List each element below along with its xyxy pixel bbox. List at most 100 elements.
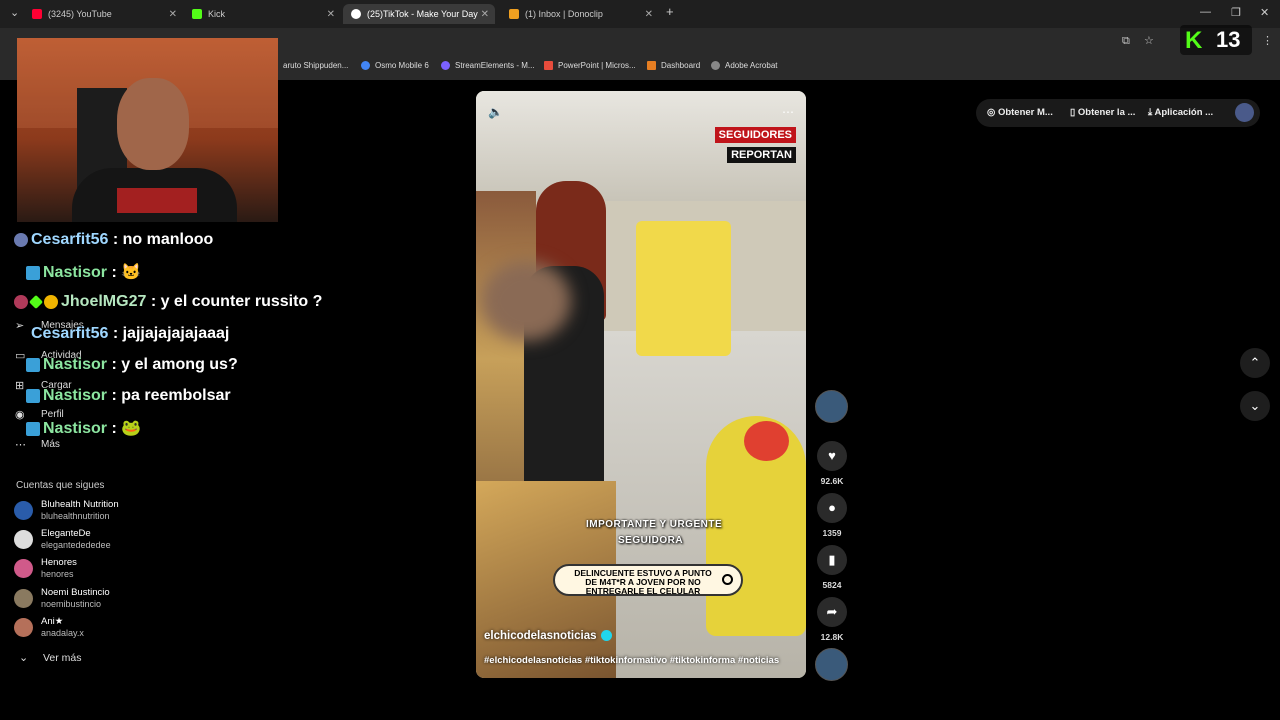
chat-username: Nastisor — [43, 387, 108, 404]
more-icon: ⋯ — [15, 439, 26, 451]
account-name: EleganteDe — [41, 528, 91, 539]
globe-icon — [711, 61, 720, 70]
bookmark-item[interactable]: StreamElements - M... — [441, 61, 535, 70]
desktop-app-button[interactable]: ⤓ Aplicación ... — [1148, 107, 1213, 118]
more-options-icon[interactable]: ⋯ — [782, 105, 794, 119]
account-handle: henores — [41, 569, 74, 579]
share-icon[interactable]: ➦ — [817, 597, 847, 627]
account-handle: elegantedededee — [41, 540, 111, 550]
top-action-bar: ◎ Obtener M... ▯ Obtener la ... ⤓ Aplica… — [976, 99, 1260, 127]
webcam-overlay — [17, 38, 278, 222]
bookmark-label: Adobe Acrobat — [725, 61, 778, 70]
account-name: Henores — [41, 557, 77, 568]
video-scene — [476, 91, 806, 201]
kick-icon — [192, 9, 202, 19]
tab-youtube[interactable]: (3245) YouTube ✕ — [32, 4, 177, 24]
previous-video-button[interactable]: ⌃ — [1240, 348, 1270, 378]
account-handle: bluhealthnutrition — [41, 511, 110, 521]
like-count: 92.6K — [820, 476, 844, 486]
bookmark-item[interactable]: Dashboard — [647, 61, 700, 70]
get-app-button[interactable]: ▯ Obtener la ... — [1070, 107, 1135, 118]
chat-text: : — [111, 264, 117, 281]
brand-label-top: SEGUIDORES — [714, 127, 796, 143]
user-badge-icon — [14, 232, 28, 247]
subscriber-badge-icon — [28, 294, 44, 309]
gift-badge-icon — [44, 294, 58, 309]
account-name: Noemi Bustincio — [41, 587, 110, 598]
sidebar-item-more[interactable]: ⋯ Más — [15, 438, 60, 451]
bookmark-item[interactable]: Osmo Mobile 6 — [361, 61, 429, 70]
bookmark-item[interactable]: PowerPoint | Micros... — [544, 61, 636, 70]
frog-emote-icon: 🐸 — [121, 420, 142, 437]
tab-tiktok[interactable]: (25)TikTok - Make Your Day ✕ — [343, 4, 495, 24]
video-search-pill[interactable]: DELINCUENTE ESTUVO A PUNTO DE M4T*R A JO… — [553, 564, 743, 596]
author-avatar[interactable] — [815, 390, 848, 423]
tab-donoclip[interactable]: (1) Inbox | Donoclip ✕ — [509, 4, 653, 24]
microsoft-icon — [544, 61, 553, 70]
chat-text: : y el among us? — [111, 356, 238, 373]
user-badge-icon — [14, 294, 28, 309]
chat-message: Nastisor : 🐸 — [26, 418, 141, 438]
install-icon[interactable]: ⧉ — [1122, 35, 1130, 48]
like-icon[interactable]: ♥ — [817, 441, 847, 471]
account-handle: anadalay.x — [41, 628, 84, 638]
account-handle: noemibustincio — [41, 599, 102, 609]
avatar — [14, 559, 33, 578]
youtube-icon — [32, 9, 42, 19]
bookmark-item[interactable]: aruto Shippuden... — [283, 61, 348, 70]
avatar — [14, 589, 33, 608]
user-badge-icon — [26, 388, 40, 403]
bookmark-label: Dashboard — [661, 61, 701, 70]
video-scene — [636, 221, 731, 356]
bookmark-icon[interactable]: ▮ — [817, 545, 847, 575]
kick-viewer-counter: K 13 — [1180, 25, 1252, 55]
kebab-menu-icon[interactable]: ⋮ — [1262, 34, 1273, 47]
tab-menu-icon[interactable]: ⌄ — [10, 6, 19, 19]
next-video-button[interactable]: ⌄ — [1240, 391, 1270, 421]
tiktok-icon — [351, 9, 361, 19]
video-hashtags[interactable]: #elchicodelasnoticias #tiktokinformativo… — [484, 655, 779, 666]
chat-message: Cesarfit56 : no manlooo — [14, 231, 213, 249]
close-icon[interactable]: ✕ — [169, 9, 177, 20]
volume-icon[interactable]: 🔈 — [488, 105, 503, 119]
sidebar-item-label: Más — [41, 439, 60, 450]
viewer-count: 13 — [1216, 27, 1241, 52]
new-tab-button[interactable]: + — [666, 4, 674, 19]
chat-message: Nastisor : 🐱 — [26, 262, 141, 282]
close-icon[interactable]: ✕ — [327, 9, 335, 20]
bookmark-label: aruto Shippuden... — [283, 61, 349, 70]
chat-text: : pa reembolsar — [111, 387, 231, 404]
user-badge-icon — [26, 357, 40, 372]
minimize-icon[interactable]: — — [1200, 6, 1211, 18]
bookmark-label: Osmo Mobile 6 — [375, 61, 429, 70]
avatar — [14, 501, 33, 520]
tab-label: (25)TikTok - Make Your Day — [367, 9, 478, 19]
chat-username: Nastisor — [43, 356, 108, 373]
close-icon[interactable]: ✕ — [645, 9, 653, 20]
close-icon[interactable]: ✕ — [481, 9, 489, 20]
browser-tab-bar: ⌄ (3245) YouTube ✕ Kick ✕ (25)TikTok - M… — [0, 0, 1280, 28]
comment-icon[interactable]: ● — [817, 493, 847, 523]
desktop-app-label: Aplicación ... — [1154, 107, 1214, 118]
bookmark-item[interactable]: Adobe Acrobat — [711, 61, 777, 70]
chat-message: JhoelMG27 : y el counter russito ? — [14, 293, 322, 311]
get-coins-button[interactable]: ◎ Obtener M... — [987, 107, 1053, 118]
user-avatar[interactable] — [1235, 103, 1254, 122]
close-window-icon[interactable]: ✕ — [1260, 6, 1269, 19]
video-caption: IMPORTANTE Y URGENTE — [586, 519, 723, 530]
tab-label: (3245) YouTube — [48, 9, 112, 19]
tab-kick[interactable]: Kick ✕ — [192, 4, 335, 24]
see-more-button[interactable]: ⌄ Ver más — [19, 651, 82, 665]
video-player[interactable]: 🔈 ⋯ SEGUIDORES REPORTAN IMPORTANTE Y URG… — [476, 91, 806, 678]
restore-icon[interactable]: ❐ — [1231, 6, 1241, 19]
video-scene — [481, 261, 571, 341]
google-icon — [361, 61, 370, 70]
video-author[interactable]: elchicodelasnoticias — [484, 630, 612, 642]
brand-label-bottom: REPORTAN — [727, 147, 796, 163]
chat-text: : — [111, 420, 117, 437]
chat-text: : y el counter russito ? — [150, 293, 323, 310]
music-disc-icon[interactable] — [815, 648, 848, 681]
see-more-label: Ver más — [43, 651, 82, 664]
kick-logo-icon: K — [1185, 27, 1203, 54]
star-icon[interactable]: ☆ — [1144, 34, 1154, 47]
